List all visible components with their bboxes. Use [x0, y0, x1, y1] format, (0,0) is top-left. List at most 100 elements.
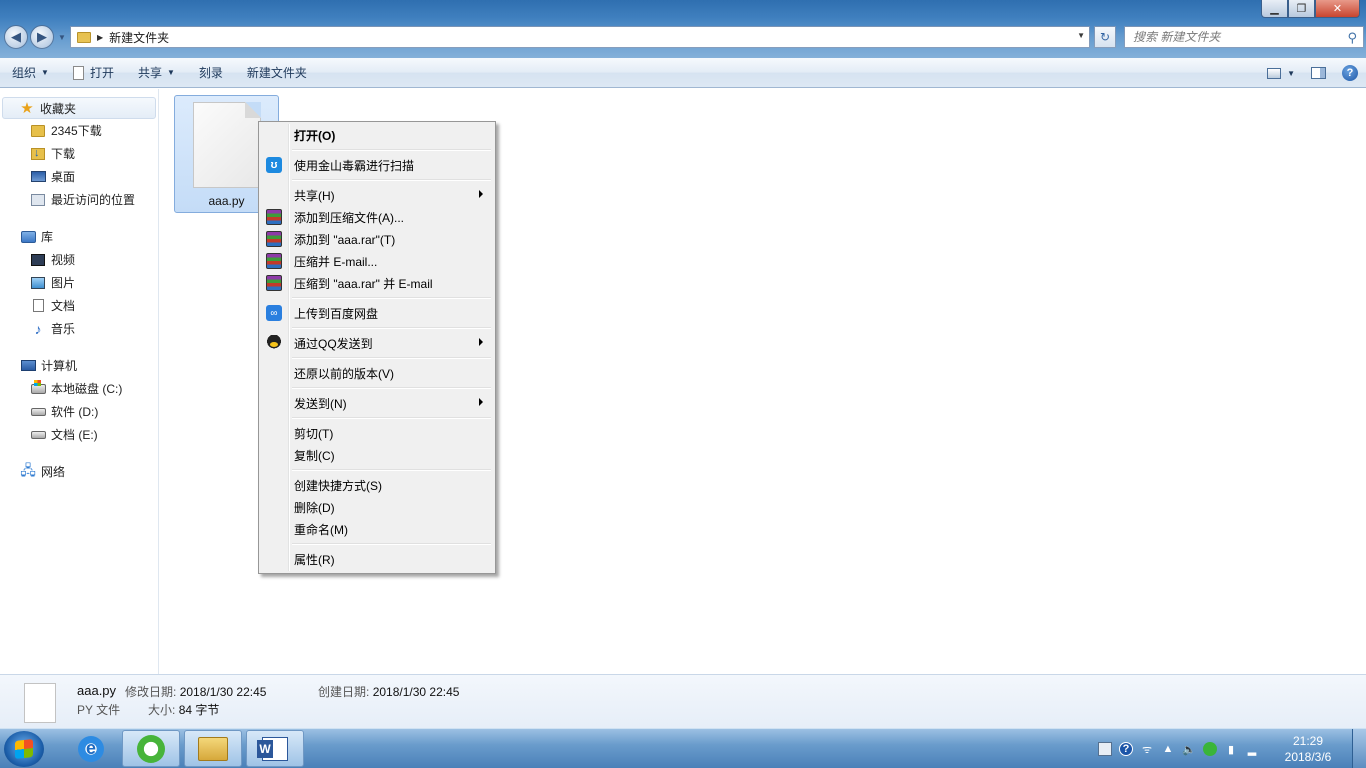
organize-button[interactable]: 组织 ▼ [0, 58, 61, 88]
menu-item-baidu-upload[interactable]: ∞ 上传到百度网盘 [261, 302, 493, 324]
search-box[interactable]: ⚲ [1124, 26, 1364, 48]
menu-item-share[interactable]: 共享(H) [261, 184, 493, 206]
nav-libraries[interactable]: 库 [0, 225, 158, 248]
nav-item-pictures[interactable]: 图片 [0, 271, 158, 294]
volume-icon[interactable]: 🔈 [1182, 742, 1196, 756]
menu-item-label: 剪切(T) [294, 426, 334, 441]
minimize-button[interactable]: ▁ [1261, 0, 1288, 18]
help-icon[interactable]: ? [1342, 65, 1358, 81]
open-button[interactable]: 打开 [61, 58, 126, 88]
burn-button[interactable]: 刻录 [187, 58, 235, 88]
refresh-button[interactable]: ↻ [1094, 26, 1116, 48]
nav-item-label: 2345下载 [51, 124, 102, 138]
menu-item-copy[interactable]: 复制(C) [261, 444, 493, 466]
menu-item-create-shortcut[interactable]: 创建快捷方式(S) [261, 474, 493, 496]
share-button[interactable]: 共享 ▼ [126, 58, 187, 88]
nav-item-2345-downloads[interactable]: 2345下载 [0, 119, 158, 142]
menu-item-compress-email[interactable]: 压缩并 E-mail... [261, 250, 493, 272]
preview-pane-icon[interactable] [1311, 67, 1326, 79]
recent-pages-dropdown[interactable]: ▼ [58, 33, 66, 49]
new-folder-button[interactable]: 新建文件夹 [235, 58, 319, 88]
folder-icon [31, 124, 45, 137]
menu-separator [261, 176, 493, 184]
menu-item-send-via-qq[interactable]: 通过QQ发送到 [261, 332, 493, 354]
taskbar-explorer[interactable] [184, 730, 242, 767]
menu-item-add-archive[interactable]: 添加到压缩文件(A)... [261, 206, 493, 228]
menu-item-cut[interactable]: 剪切(T) [261, 422, 493, 444]
menu-item-properties[interactable]: 属性(R) [261, 548, 493, 570]
context-menu: 打开(O) ʊ 使用金山毒霸进行扫描 共享(H) 添加到压缩文件(A)... 添… [258, 121, 496, 574]
nav-item-downloads[interactable]: 下载 [0, 142, 158, 165]
taskbar-word[interactable] [246, 730, 304, 767]
breadcrumb-current[interactable]: 新建文件夹 [109, 29, 169, 46]
windows-logo-icon [15, 739, 33, 759]
back-button[interactable]: ◀ [4, 25, 28, 49]
wifi-icon[interactable]: ᯤ [1140, 742, 1154, 756]
show-desktop-button[interactable] [1352, 729, 1366, 768]
recent-places-icon [31, 193, 45, 206]
video-icon [31, 253, 45, 266]
nav-item-drive-e[interactable]: 文档 (E:) [0, 423, 158, 446]
nav-item-documents[interactable]: 文档 [0, 294, 158, 317]
security-icon[interactable] [1203, 742, 1217, 756]
nav-item-label: 下载 [51, 147, 76, 161]
nav-item-label: 桌面 [51, 170, 76, 184]
search-input[interactable] [1133, 30, 1333, 44]
taskbar: e ? ᯤ ▲ 🔈 ▮ ▂ 21:29 2018/3/6 [0, 728, 1366, 768]
menu-item-label: 属性(R) [294, 552, 335, 567]
breadcrumb-chevron-icon[interactable]: ▶ [97, 33, 103, 42]
close-button[interactable]: ✕ [1315, 0, 1360, 18]
menu-item-delete[interactable]: 删除(D) [261, 496, 493, 518]
nav-item-label: 文档 (E:) [51, 428, 98, 442]
nav-item-drive-c[interactable]: 本地磁盘 (C:) [0, 377, 158, 400]
nav-computer[interactable]: 计算机 [0, 354, 158, 377]
menu-item-compress-rar-email[interactable]: 压缩到 "aaa.rar" 并 E-mail [261, 272, 493, 294]
menu-item-scan[interactable]: ʊ 使用金山毒霸进行扫描 [261, 154, 493, 176]
change-view-icon[interactable] [1267, 67, 1282, 79]
details-size-label: 大小: [148, 703, 176, 717]
help-icon[interactable]: ? [1119, 742, 1133, 756]
details-file-type: PY 文件 [77, 703, 121, 717]
keyboard-icon[interactable] [1098, 742, 1112, 756]
menu-item-send-to[interactable]: 发送到(N) [261, 392, 493, 414]
menu-item-open[interactable]: 打开(O) [261, 124, 493, 146]
clock[interactable]: 21:29 2018/3/6 [1280, 733, 1336, 765]
menu-item-add-rar[interactable]: 添加到 "aaa.rar"(T) [261, 228, 493, 250]
baidu-netdisk-icon: ∞ [266, 305, 282, 321]
nav-item-drive-d[interactable]: 软件 (D:) [0, 400, 158, 423]
nav-favorites[interactable]: ★ 收藏夹 [2, 97, 156, 119]
window-controls: ▁ ❐ ✕ [1261, 0, 1360, 18]
menu-item-rename[interactable]: 重命名(M) [261, 518, 493, 540]
document-icon [72, 65, 84, 80]
taskbar-360-browser[interactable] [122, 730, 180, 767]
nav-item-videos[interactable]: 视频 [0, 248, 158, 271]
clock-date: 2018/3/6 [1284, 750, 1332, 764]
nav-item-label: 视频 [51, 253, 76, 267]
show-hidden-icons-icon[interactable]: ▲ [1161, 742, 1175, 756]
menu-item-restore-versions[interactable]: 还原以前的版本(V) [261, 362, 493, 384]
libraries-group: 库 视频 图片 文档 ♪ 音乐 [0, 225, 158, 340]
nav-item-desktop[interactable]: 桌面 [0, 165, 158, 188]
maximize-button[interactable]: ❐ [1288, 0, 1315, 18]
toolbar-right: ▼ ? [1267, 58, 1358, 88]
internet-explorer-icon: e [78, 735, 104, 762]
menu-separator [261, 354, 493, 362]
signal-icon[interactable]: ▂ [1245, 742, 1259, 756]
address-bar[interactable]: ▶ 新建文件夹 ▼ [70, 26, 1090, 48]
view-options-dropdown-icon[interactable]: ▼ [1287, 69, 1295, 78]
details-modified-value: 2018/1/30 22:45 [179, 685, 267, 699]
start-button[interactable] [4, 731, 44, 767]
menu-separator [261, 384, 493, 392]
forward-button[interactable]: ▶ [30, 25, 54, 49]
address-dropdown-icon[interactable]: ▼ [1077, 31, 1085, 40]
burn-label: 刻录 [198, 66, 223, 80]
nav-item-music[interactable]: ♪ 音乐 [0, 317, 158, 340]
favorites-group: ★ 收藏夹 2345下载 下载 桌面 最近访问的位置 [0, 97, 158, 211]
menu-item-label: 通过QQ发送到 [294, 336, 373, 351]
search-icon[interactable]: ⚲ [1347, 30, 1357, 46]
taskbar-ie[interactable]: e [62, 730, 120, 767]
nav-item-recent-places[interactable]: 最近访问的位置 [0, 188, 158, 211]
menu-item-label: 打开(O) [294, 128, 336, 143]
nav-network[interactable]: 🖧 网络 [0, 460, 158, 483]
battery-icon[interactable]: ▮ [1224, 742, 1238, 756]
